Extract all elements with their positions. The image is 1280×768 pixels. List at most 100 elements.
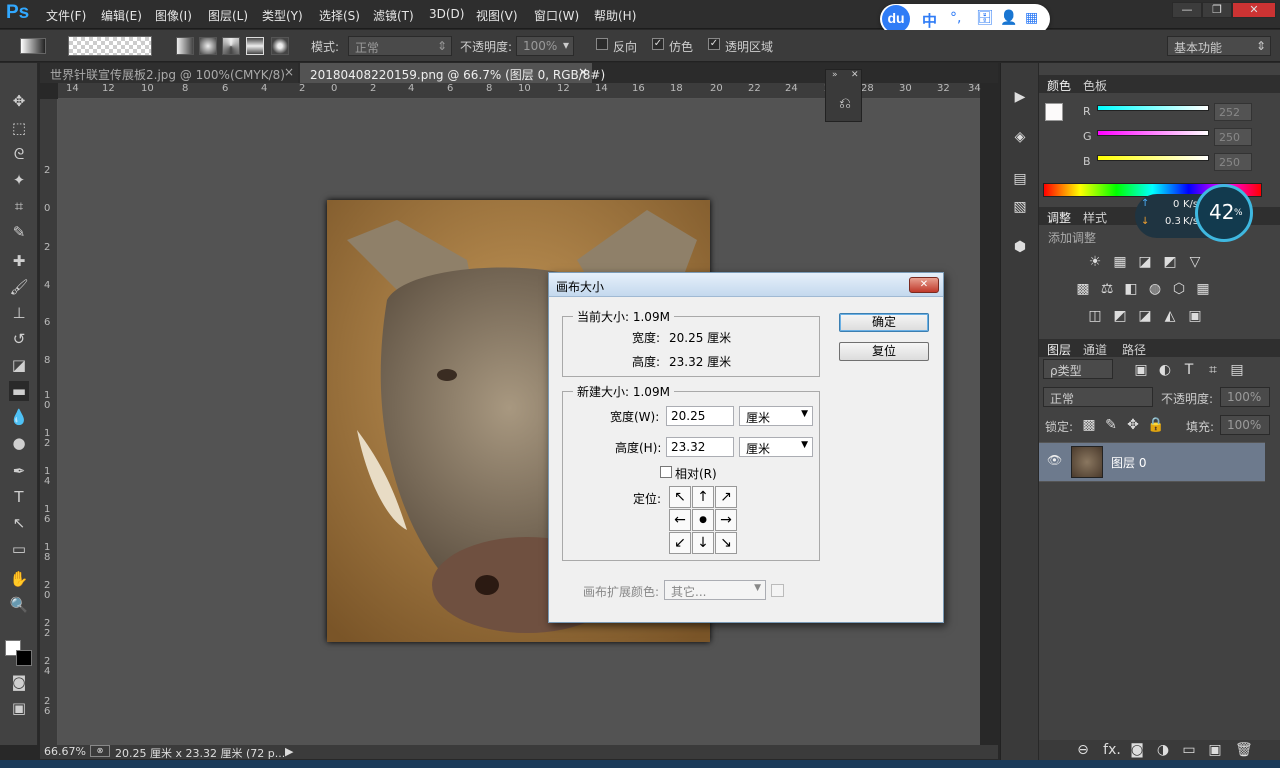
menu-select[interactable]: 选择(S) <box>319 7 360 24</box>
menu-file[interactable]: 文件(F) <box>46 7 86 24</box>
crop-tool-icon[interactable]: ⌗ <box>9 196 29 216</box>
move-tool-icon[interactable]: ✥ <box>9 91 29 111</box>
path-select-icon[interactable]: ↖ <box>9 513 29 533</box>
height-input[interactable]: 23.32 <box>666 437 734 457</box>
dialog-close-button[interactable]: ✕ <box>909 277 939 293</box>
history-icon[interactable]: ⎌ <box>835 94 855 114</box>
tab-swatches[interactable]: 色板 <box>1083 77 1107 94</box>
type-tool-icon[interactable]: T <box>9 487 29 507</box>
lock-position-icon[interactable]: ✥ <box>1125 417 1141 433</box>
collapse-icon[interactable]: » <box>832 70 838 80</box>
menu-edit[interactable]: 编辑(E) <box>101 7 142 24</box>
eyedropper-icon[interactable]: ✎ <box>9 222 29 242</box>
grid-icon[interactable]: ▦ <box>1025 10 1038 26</box>
menu-view[interactable]: 视图(V) <box>476 7 518 24</box>
tab-color[interactable]: 颜色 <box>1047 77 1071 94</box>
close-button[interactable]: ✕ <box>1232 2 1276 18</box>
status-menu-arrow[interactable]: ▶ <box>285 745 293 758</box>
play-icon[interactable]: ▶ <box>1010 89 1030 109</box>
anchor-w[interactable]: ← <box>669 509 691 531</box>
healing-brush-icon[interactable]: ✚ <box>9 251 29 271</box>
eye-icon[interactable]: 👁 <box>1047 453 1062 467</box>
width-input[interactable]: 20.25 <box>666 406 734 426</box>
channel-mixer-icon[interactable]: ⬡ <box>1171 281 1187 297</box>
foreground-color-swatch[interactable] <box>1045 103 1063 121</box>
menu-image[interactable]: 图像(I) <box>155 7 192 24</box>
background-color-swatch[interactable] <box>16 650 32 666</box>
green-slider[interactable] <box>1097 130 1209 136</box>
layer-name[interactable]: 图层 0 <box>1111 454 1146 471</box>
toolbox-icon[interactable]: 🗄 <box>976 10 994 26</box>
restore-button[interactable]: ❐ <box>1202 2 1232 18</box>
reverse-checkbox[interactable] <box>596 38 608 50</box>
anchor-s[interactable]: ↓ <box>692 532 714 554</box>
menu-help[interactable]: 帮助(H) <box>594 7 636 24</box>
zoom-level[interactable]: 66.67% <box>44 745 86 758</box>
invert-icon[interactable]: ◫ <box>1087 308 1103 324</box>
green-value[interactable]: 250 <box>1214 128 1252 146</box>
color-balance-icon[interactable]: ⚖ <box>1099 281 1115 297</box>
menu-layer[interactable]: 图层(L) <box>208 7 248 24</box>
pen-tool-icon[interactable]: ✒ <box>9 461 29 481</box>
layer-row[interactable]: 👁 图层 0 <box>1039 442 1265 482</box>
lock-image-icon[interactable]: ✎ <box>1103 417 1119 433</box>
blue-slider[interactable] <box>1097 155 1209 161</box>
3d-panel-icon[interactable]: ◈ <box>1010 129 1030 149</box>
cpu-gauge[interactable]: 42 % <box>1195 184 1253 242</box>
photo-filter-icon[interactable]: ◍ <box>1147 281 1163 297</box>
anchor-nw[interactable]: ↖ <box>669 486 691 508</box>
blue-value[interactable]: 250 <box>1214 153 1252 171</box>
tab-styles[interactable]: 样式 <box>1083 209 1107 226</box>
eraser-tool-icon[interactable]: ◪ <box>9 355 29 375</box>
magic-wand-icon[interactable]: ✦ <box>9 170 29 190</box>
menu-window[interactable]: 窗口(W) <box>534 7 579 24</box>
dither-checkbox[interactable]: ✓ <box>652 38 664 50</box>
anchor-sw[interactable]: ↙ <box>669 532 691 554</box>
tab-paths[interactable]: 路径 <box>1122 341 1146 358</box>
color-lookup-icon[interactable]: ▦ <box>1195 281 1211 297</box>
red-slider[interactable] <box>1097 105 1209 111</box>
threshold-icon[interactable]: ◪ <box>1137 308 1153 324</box>
history-brush-icon[interactable]: ↺ <box>9 329 29 349</box>
gradient-map-icon[interactable]: ◭ <box>1162 308 1178 324</box>
filter-type-icon[interactable]: T <box>1181 362 1197 378</box>
tab-channels[interactable]: 通道 <box>1083 341 1107 358</box>
tab-layers[interactable]: 图层 <box>1047 341 1071 358</box>
menu-3d[interactable]: 3D(D) <box>429 7 464 21</box>
group-icon[interactable]: ▭ <box>1181 742 1197 758</box>
chevron-down-icon[interactable]: ▾ <box>140 38 145 49</box>
mode-select[interactable]: 正常 ⇕ <box>348 36 452 56</box>
blur-tool-icon[interactable]: 💧 <box>9 407 29 427</box>
anchor-center[interactable]: ● <box>692 509 714 531</box>
relative-checkbox[interactable] <box>660 466 672 478</box>
filter-image-icon[interactable]: ▣ <box>1133 362 1149 378</box>
ok-button[interactable]: 确定 <box>839 313 929 332</box>
add-mask-icon[interactable]: ◙ <box>1129 742 1145 758</box>
quick-mask-icon[interactable]: ◙ <box>9 672 29 692</box>
diamond-gradient-button[interactable] <box>271 37 289 55</box>
screen-mode-icon[interactable]: ▣ <box>9 698 29 718</box>
lasso-tool-icon[interactable]: ᘓ <box>9 144 29 164</box>
levels-icon[interactable]: ▦ <box>1112 254 1128 270</box>
minimize-button[interactable]: — <box>1172 2 1202 18</box>
filter-shape-icon[interactable]: ⌗ <box>1205 362 1221 378</box>
close-icon[interactable]: × <box>578 65 588 79</box>
curves-icon[interactable]: ◪ <box>1137 254 1153 270</box>
reset-button[interactable]: 复位 <box>839 342 929 361</box>
filter-adjust-icon[interactable]: ◐ <box>1157 362 1173 378</box>
menu-filter[interactable]: 滤镜(T) <box>373 7 414 24</box>
anchor-e[interactable]: → <box>715 509 737 531</box>
clone-stamp-icon[interactable]: ⊥ <box>9 303 29 323</box>
adjustment-layer-icon[interactable]: ◑ <box>1155 742 1171 758</box>
extension-color-swatch[interactable] <box>771 584 784 597</box>
marquee-tool-icon[interactable]: ⬚ <box>9 118 29 138</box>
selective-color-icon[interactable]: ▣ <box>1187 308 1203 324</box>
menu-type[interactable]: 类型(Y) <box>262 7 303 24</box>
dialog-title-bar[interactable]: 画布大小 ✕ <box>549 273 943 297</box>
lock-all-icon[interactable]: 🔒 <box>1147 417 1164 433</box>
brush-tool-icon[interactable]: 🖌 <box>9 277 29 297</box>
opacity-input[interactable]: 100% ▾ <box>516 36 574 56</box>
chinese-mode-toggle[interactable]: 中 <box>922 10 937 31</box>
reflected-gradient-button[interactable] <box>246 37 264 55</box>
hue-saturation-icon[interactable]: ▩ <box>1075 281 1091 297</box>
